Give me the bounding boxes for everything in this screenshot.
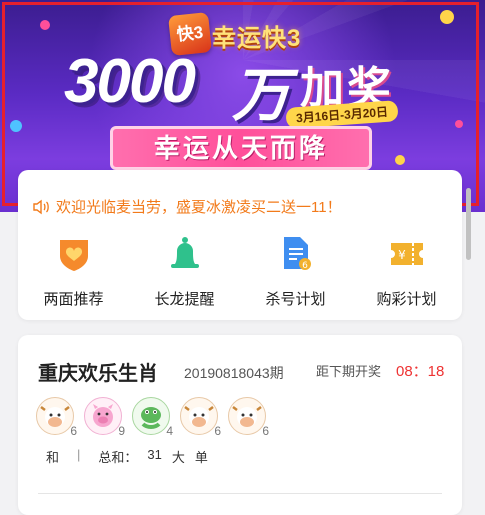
ticket-icon: ¥ (387, 234, 427, 274)
countdown-label: 距下期开奖 (316, 364, 382, 379)
scrollbar-thumb[interactable] (466, 188, 471, 260)
stat-item: 大 (171, 450, 185, 465)
countdown-timer: 08：18 (396, 363, 445, 380)
zodiac-ball: 6 (180, 397, 221, 438)
result-stats: 和 | 总和： 31 大 单 (46, 447, 208, 466)
zodiac-ball: 9 (84, 397, 125, 438)
menu-item-recommend[interactable]: 两面推荐 (18, 234, 129, 309)
quick-menu-card: 欢迎光临麦当劳，盛夏冰激凌买二送一11！ 两面推荐 长龙提醒 6 杀号计划 ¥ … (18, 170, 462, 320)
notice-bar[interactable]: 欢迎光临麦当劳，盛夏冰激凌买二送一11！ (32, 196, 342, 217)
menu-label: 杀号计划 (265, 291, 326, 308)
speaker-icon (33, 199, 49, 214)
cow-icon (40, 406, 70, 427)
lottery-result-card[interactable]: 重庆欢乐生肖 20190818043期 距下期开奖 08：18 6 9 4 6 … (18, 335, 462, 515)
banner-amount: 3000 (64, 47, 196, 116)
lottery-name: 重庆欢乐生肖 (38, 363, 158, 385)
zodiac-ball: 6 (36, 397, 77, 438)
menu-label: 购彩计划 (376, 291, 437, 308)
heart-shield-icon (54, 234, 94, 274)
document-icon: 6 (276, 234, 316, 274)
stat-item: 和 (46, 450, 60, 465)
menu-item-buy-plan[interactable]: ¥ 购彩计划 (351, 234, 462, 309)
zodiac-ball: 6 (228, 397, 269, 438)
pig-icon (93, 404, 113, 427)
stat-item: 31 (147, 447, 162, 462)
stat-separator: | (77, 447, 81, 462)
svg-text:¥: ¥ (398, 248, 406, 262)
menu-item-streak-alert[interactable]: 长龙提醒 (129, 234, 240, 309)
result-balls: 6 9 4 6 6 (36, 397, 276, 438)
bell-icon (165, 234, 205, 274)
zodiac-ball: 4 (132, 397, 173, 438)
notice-text: 欢迎光临麦当劳，盛夏冰激凌买二送一11！ (56, 199, 342, 216)
lottery-issue: 20190818043期 (184, 365, 284, 381)
cow-icon (232, 406, 262, 427)
stat-item: 总和： (98, 450, 138, 465)
cow-icon (184, 406, 214, 427)
snake-icon (141, 407, 161, 429)
banner-unit: 万 (232, 63, 291, 128)
quick-menu: 两面推荐 长龙提醒 6 杀号计划 ¥ 购彩计划 (18, 234, 462, 309)
divider (38, 493, 442, 494)
stat-item: 单 (194, 450, 208, 465)
menu-label: 两面推荐 (43, 291, 104, 308)
menu-label: 长龙提醒 (154, 291, 215, 308)
banner-slogan: 幸运从天而降 (110, 126, 372, 170)
menu-item-kill-plan[interactable]: 6 杀号计划 (240, 234, 351, 309)
svg-text:6: 6 (302, 261, 308, 271)
